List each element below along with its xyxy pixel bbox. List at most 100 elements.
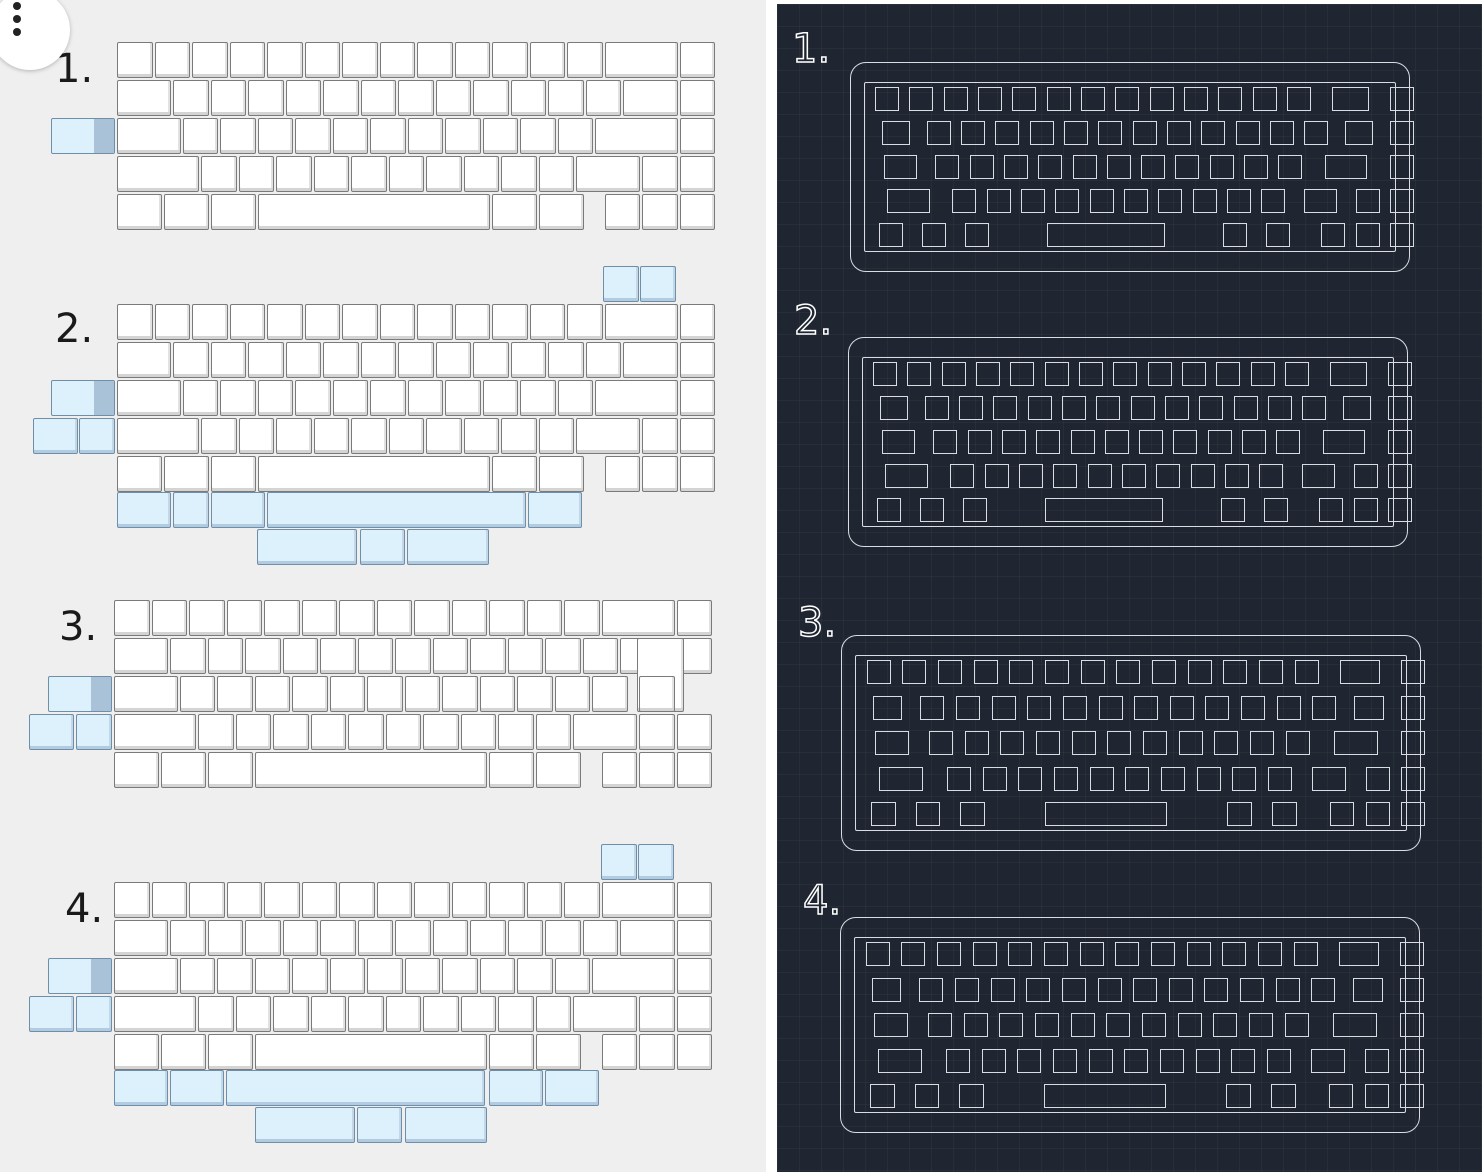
- keycap: [451, 882, 487, 918]
- keycap: [492, 456, 537, 492]
- switch-cutout: [1365, 766, 1390, 791]
- switch-cutout: [1390, 189, 1414, 213]
- switch-cutout: [1301, 464, 1335, 488]
- keycap: [642, 418, 678, 454]
- switch-cutout: [1285, 362, 1310, 386]
- keycap: [276, 156, 312, 192]
- switch-cutout: [875, 731, 910, 755]
- keycap: [639, 1034, 675, 1070]
- switch-cutout: [959, 1084, 984, 1108]
- keycap: [404, 958, 441, 994]
- switch-cutout: [1115, 942, 1140, 966]
- keycap: [117, 380, 181, 416]
- keycap: [154, 304, 190, 340]
- keycap: [332, 380, 369, 416]
- keycap: [388, 418, 425, 454]
- keycap-alt-iso-enter: [48, 958, 112, 994]
- keycap: [376, 882, 412, 918]
- keycap: [348, 996, 384, 1032]
- keycap: [414, 600, 450, 636]
- switch-cutout: [1010, 362, 1035, 386]
- keycap: [492, 304, 528, 340]
- switch-cutout: [1124, 189, 1148, 213]
- keycap: [179, 676, 216, 712]
- switch-cutout: [1116, 660, 1141, 684]
- switch-cutout: [1125, 766, 1150, 791]
- switch-cutout: [1257, 942, 1282, 966]
- keycap-alt-bottom-row: [528, 492, 582, 528]
- keycap-alt-left-shift: [29, 714, 74, 750]
- keycap: [160, 1034, 206, 1070]
- keycap: [304, 42, 340, 78]
- keycap: [576, 418, 640, 454]
- switch-cutout: [1401, 660, 1426, 684]
- switch-cutout: [883, 155, 917, 179]
- keycap: [210, 456, 256, 492]
- keycap: [310, 996, 347, 1032]
- keycap: [207, 920, 244, 956]
- keycap: [435, 80, 472, 116]
- keycap: [339, 600, 375, 636]
- switch-cutout: [950, 464, 975, 488]
- switch-cutout: [1038, 155, 1063, 179]
- keycap: [117, 42, 153, 78]
- keycap-alt-bottom-row: [211, 492, 265, 528]
- keycap: [639, 676, 675, 712]
- switch-cutout: [1021, 189, 1046, 213]
- keycap: [567, 304, 603, 340]
- switch-cutout: [907, 362, 932, 386]
- switch-cutout: [1115, 87, 1140, 111]
- keycap: [301, 882, 337, 918]
- keycap: [398, 80, 434, 116]
- switch-cutout: [967, 430, 992, 454]
- keycap: [360, 342, 397, 378]
- switch-cutout: [887, 189, 930, 213]
- switch-cutout: [1390, 155, 1414, 179]
- switch-cutout: [937, 942, 962, 966]
- keycap: [292, 958, 328, 994]
- switch-cutout: [1344, 121, 1374, 145]
- switch-cutout: [1044, 498, 1163, 522]
- switch-cutout: [1284, 1013, 1309, 1037]
- switch-cutout: [1213, 1013, 1238, 1037]
- switch-cutout: [978, 87, 1003, 111]
- switch-cutout: [990, 977, 1015, 1002]
- switch-cutout: [1209, 155, 1234, 179]
- keycap: [507, 920, 544, 956]
- switch-cutout: [1226, 1084, 1251, 1108]
- switch-cutout: [919, 977, 944, 1002]
- switch-cutout: [1354, 695, 1384, 720]
- keycap: [576, 156, 640, 192]
- keycap: [479, 958, 516, 994]
- keycap: [573, 996, 637, 1032]
- keycap: [604, 456, 640, 492]
- switch-cutout: [1390, 223, 1414, 247]
- keycap: [117, 194, 162, 230]
- switch-cutout: [954, 977, 979, 1002]
- keycap: [217, 958, 253, 994]
- switch-cutout: [981, 1048, 1006, 1073]
- switch-cutout: [928, 1013, 953, 1037]
- keycap: [329, 958, 366, 994]
- keycap: [501, 418, 537, 454]
- switch-cutout: [1055, 189, 1080, 213]
- switch-cutout: [1321, 223, 1346, 247]
- keycap: [192, 304, 228, 340]
- keycap-alt-spacebar: [226, 1070, 485, 1106]
- keycap-alt-bottom-row: [545, 1070, 599, 1106]
- switch-cutout: [1353, 498, 1378, 522]
- switch-cutout: [1159, 1048, 1184, 1073]
- switch-cutout: [1186, 942, 1211, 966]
- keycap: [248, 342, 284, 378]
- keycap: [463, 156, 500, 192]
- switch-cutout: [1089, 189, 1114, 213]
- switch-cutout: [1388, 464, 1412, 488]
- keycap: [339, 882, 375, 918]
- keycap: [173, 342, 209, 378]
- switch-cutout: [1018, 766, 1043, 791]
- switch-cutout: [1097, 977, 1122, 1002]
- keycap: [329, 676, 366, 712]
- switch-cutout: [1061, 396, 1086, 420]
- keycap: [498, 714, 534, 750]
- switch-cutout: [1149, 87, 1174, 111]
